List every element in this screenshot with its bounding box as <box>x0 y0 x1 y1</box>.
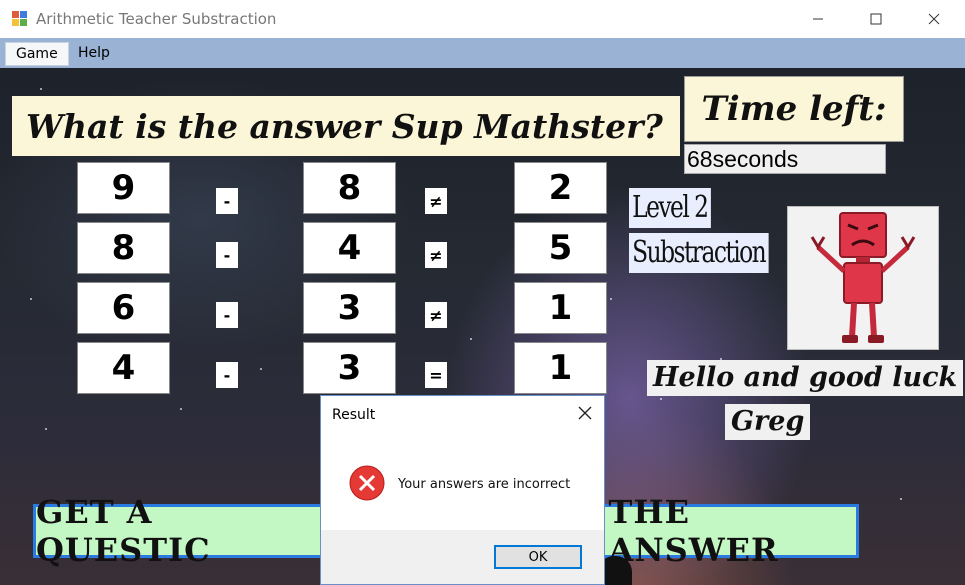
answer-field-2[interactable]: 5 <box>514 222 607 274</box>
level-type-label: Substraction <box>629 233 769 273</box>
maximize-button[interactable] <box>847 0 905 38</box>
answer-field-3[interactable]: 1 <box>514 282 607 334</box>
level-number-label: Level 2 <box>629 188 711 228</box>
minimize-icon <box>813 18 823 20</box>
menu-help[interactable]: Help <box>68 42 120 64</box>
close-icon <box>578 406 592 420</box>
operator-3: - <box>216 302 238 328</box>
ok-button[interactable]: OK <box>494 545 582 569</box>
dialog-title: Result <box>332 407 376 423</box>
operand-a-4: 4 <box>77 342 170 394</box>
greeting-label: Hello and good luck <box>647 360 964 396</box>
angry-robot-icon <box>810 212 916 343</box>
operand-a-2: 8 <box>77 222 170 274</box>
result-dialog: Result Your answers are incorrect OK <box>320 395 605 585</box>
check-answer-label: THE ANSWER <box>608 493 779 569</box>
dialog-message: Your answers are incorrect <box>398 477 571 492</box>
operand-b-2: 4 <box>303 222 396 274</box>
maximize-icon <box>870 13 882 25</box>
menu-game[interactable]: Game <box>5 42 69 66</box>
operator-1: - <box>216 188 238 214</box>
relation-4: = <box>425 362 447 388</box>
operand-b-3: 3 <box>303 282 396 334</box>
answer-field-4[interactable]: 1 <box>514 342 607 394</box>
time-left-label: Time left: <box>684 76 904 142</box>
minimize-button[interactable] <box>789 0 847 38</box>
dialog-footer: OK <box>321 530 604 584</box>
close-icon <box>928 13 940 25</box>
window-title: Arithmetic Teacher Substraction <box>36 10 277 28</box>
answer-field-1[interactable]: 2 <box>514 162 607 214</box>
question-banner: What is the answer Sup Mathster? <box>12 96 680 156</box>
close-button[interactable] <box>905 0 963 38</box>
operand-a-1: 9 <box>77 162 170 214</box>
mascot-image <box>787 206 939 350</box>
operand-b-1: 8 <box>303 162 396 214</box>
get-question-label: GET A QUESTIC <box>36 493 211 569</box>
error-icon <box>349 465 385 501</box>
relation-1: ≠ <box>425 188 447 214</box>
operand-b-4: 3 <box>303 342 396 394</box>
time-left-value: 68seconds <box>684 144 886 174</box>
player-name-label: Greg <box>725 404 811 440</box>
operand-a-3: 6 <box>77 282 170 334</box>
menu-bar: Game Help <box>0 38 965 68</box>
operator-4: - <box>216 362 238 388</box>
title-bar: Arithmetic Teacher Substraction <box>0 0 965 38</box>
dialog-close-button[interactable] <box>578 404 592 425</box>
operator-2: - <box>216 242 238 268</box>
relation-2: ≠ <box>425 242 447 268</box>
app-icon <box>12 11 27 26</box>
relation-3: ≠ <box>425 302 447 328</box>
